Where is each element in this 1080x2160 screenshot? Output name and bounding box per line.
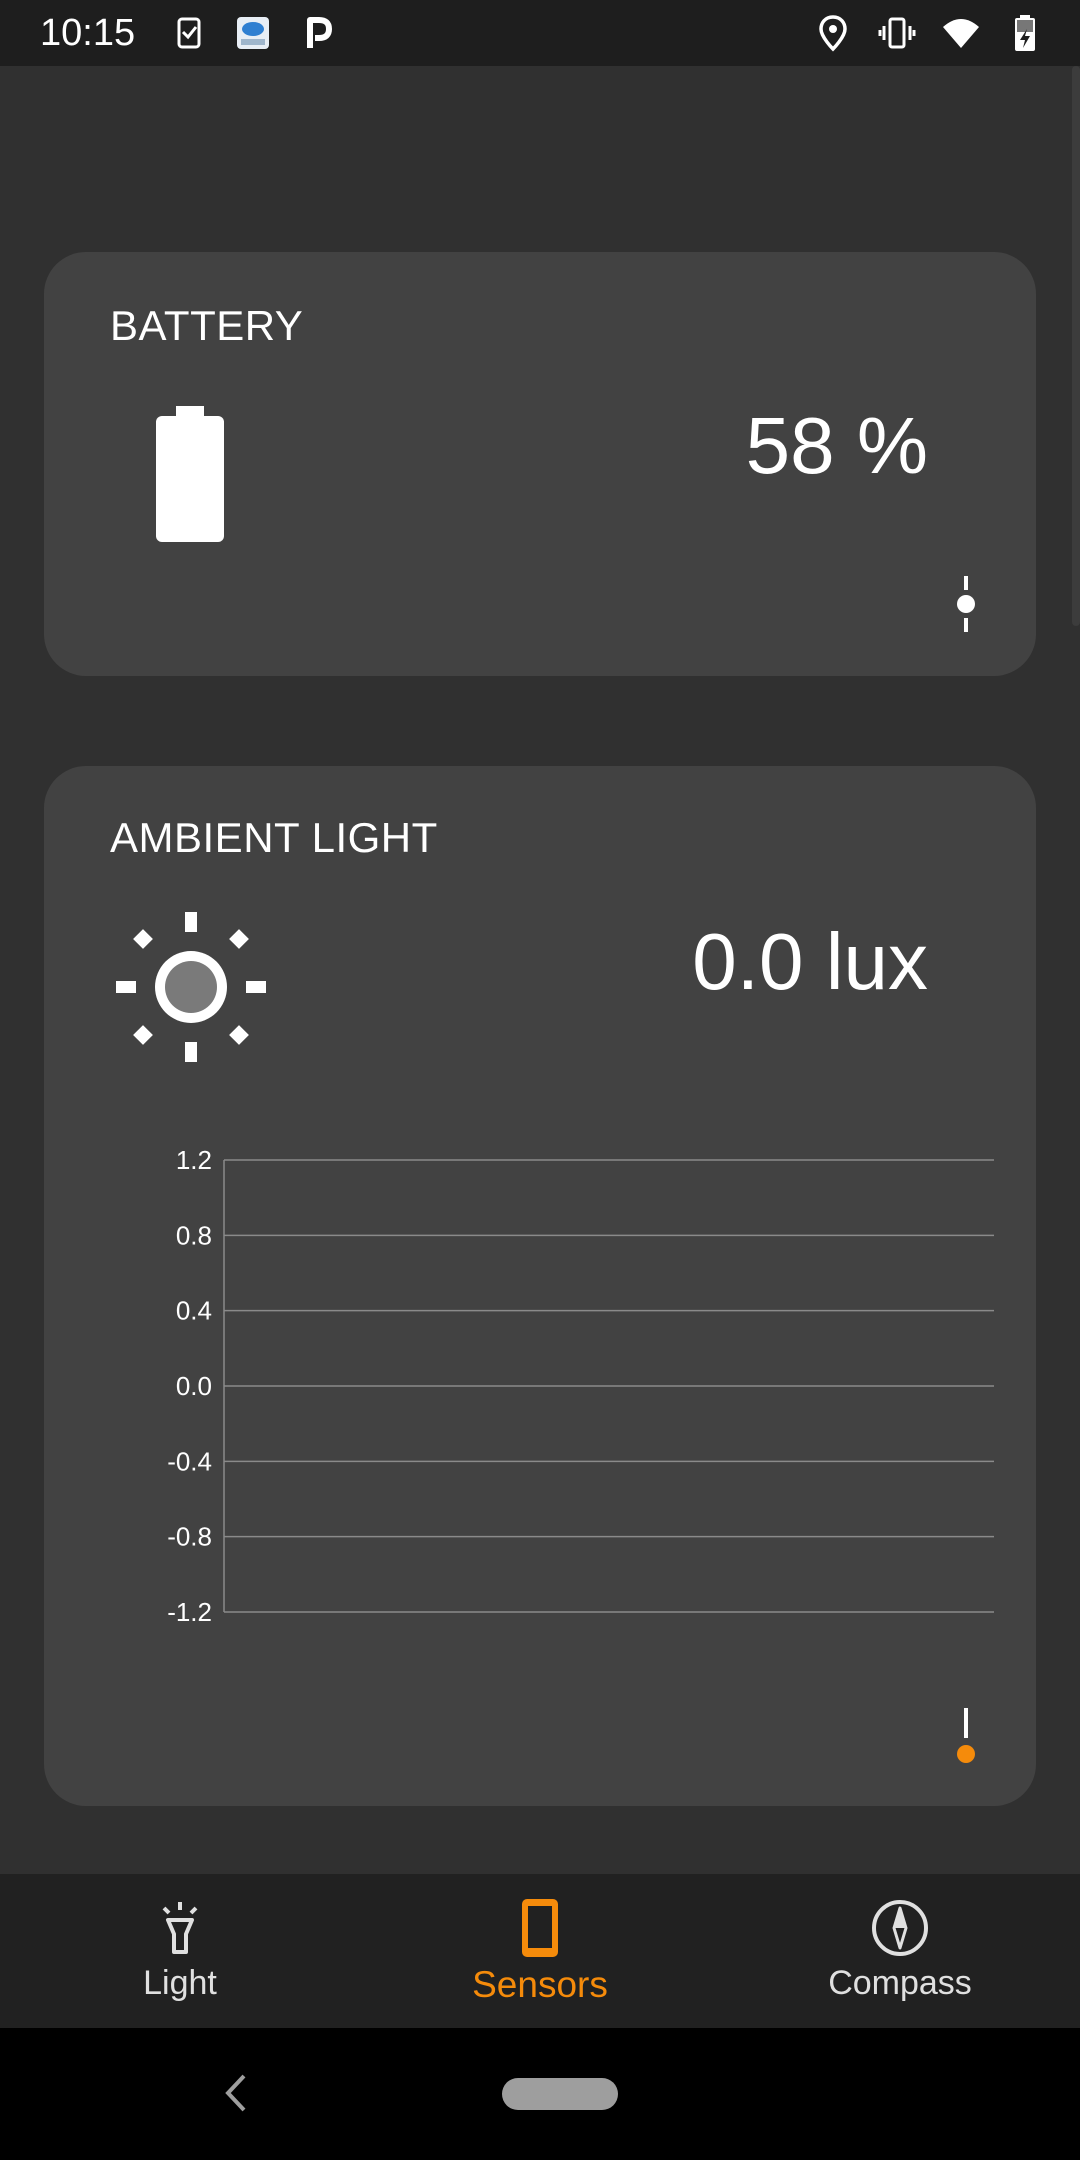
parking-app-icon [307,17,332,48]
nav-label-light: Light [143,1964,217,2002]
battery-title: BATTERY [110,302,304,349]
chart-y-tick-label: 0.0 [176,1371,212,1401]
battery-icon [156,406,224,542]
location-icon [819,15,847,52]
bottom-navigation: Light Sensors Compass [0,1874,1080,2028]
notification-icons [170,14,336,52]
flashlight-icon [162,1902,198,1954]
nav-item-compass[interactable]: Compass [720,1874,1080,2028]
chart-y-tick-label: 0.4 [176,1296,212,1326]
system-status-icons [814,14,1044,52]
ambient-light-value: 0.0 lux [692,917,928,1006]
nav-label-sensors: Sensors [472,1964,608,2005]
home-button[interactable] [502,2078,618,2110]
battery-charging-icon [1015,15,1035,51]
battery-value: 58 % [745,401,928,490]
nav-item-sensors[interactable]: Sensors [360,1874,720,2028]
ambient-light-more-button[interactable] [946,1706,986,1766]
nav-label-compass: Compass [828,1964,972,2002]
sun-icon [116,912,266,1062]
sensor-list[interactable]: BATTERY 58 % AMBIENT LIGHT 0.0 lux 1.2 0… [0,66,1080,1874]
ambient-light-card: AMBIENT LIGHT 0.0 lux 1.2 0.8 0.4 0.0 -0.4 -0… [44,766,1036,1806]
back-chevron-icon[interactable] [216,2068,256,2118]
system-navigation-bar [0,2028,1080,2160]
battery-card: BATTERY 58 % [44,252,1036,676]
phone-icon [522,1899,558,1957]
compass-icon [872,1900,928,1956]
wifi-icon [943,19,979,48]
status-time: 10:15 [40,12,136,54]
ambient-light-title: AMBIENT LIGHT [110,814,438,861]
chart-y-tick-label: -0.4 [167,1446,212,1476]
battery-more-button[interactable] [946,574,986,634]
nav-item-light[interactable]: Light [0,1874,360,2028]
chart-y-tick-label: 0.8 [176,1220,212,1250]
chart-y-tick-label: -0.8 [167,1522,212,1552]
vibrate-icon [878,17,916,49]
status-bar: 10:15 [0,0,1080,66]
ambient-light-chart: 1.2 0.8 0.4 0.0 -0.4 -0.8 -1.2 [167,1146,994,1626]
task-check-icon [177,17,201,49]
chart-y-tick-label: -1.2 [167,1597,212,1626]
weather-app-icon [237,17,269,49]
chart-y-tick-label: 1.2 [176,1146,212,1175]
scrollbar[interactable] [1072,66,1080,626]
